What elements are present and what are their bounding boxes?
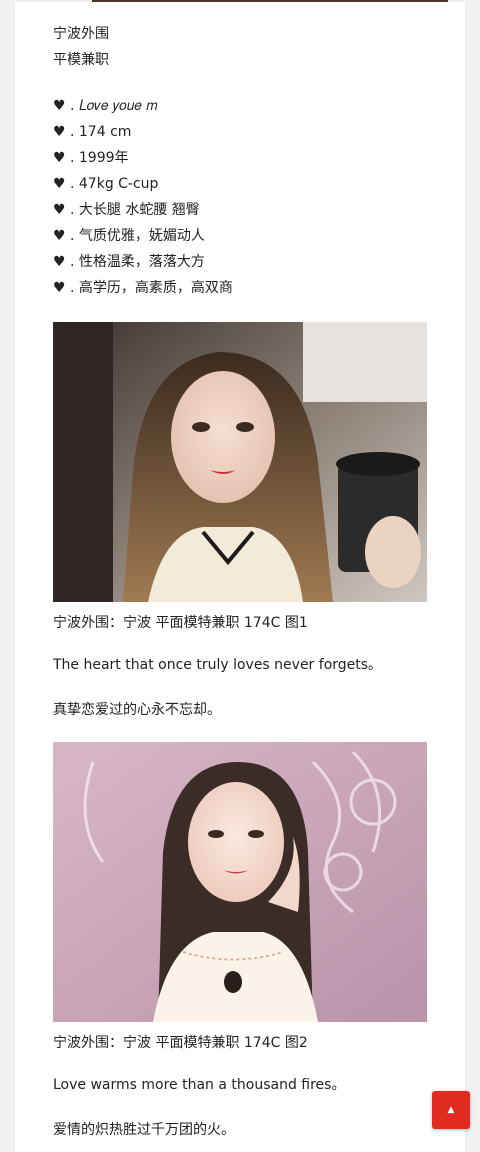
attribute-item: ♥ . 性格温柔，落落大方 [53,254,205,270]
attribute-item: ♥ . 气质优雅，妩媚动人 [53,228,205,244]
intro-line-city: 宁波外围 [53,26,109,42]
attribute-list: ♥ . 𝐿𝑜𝑣𝑒 𝑦𝑜𝑢𝑒 𝑚 ♥ . 174 cm ♥ . 1999年 ♥ .… [53,93,427,301]
attribute-item: ♥ . 𝐿𝑜𝑣𝑒 𝑦𝑜𝑢𝑒 𝑚 [53,98,158,114]
chevron-up-icon: ▲ [447,1104,455,1115]
quote-english-2: Love warms more than a thousand fires。 [53,1077,346,1093]
photo-caption-2: 宁波外围：宁波 平面模特兼职 174C 图2 [53,1035,308,1051]
intro-line-role: 平模兼职 [53,52,109,68]
intro-block: 宁波外围 平模兼职 [53,21,427,73]
article-card: 宁波外围 平模兼职 ♥ . 𝐿𝑜𝑣𝑒 𝑦𝑜𝑢𝑒 𝑚 ♥ . 174 cm ♥ .… [15,2,465,1152]
quote-chinese-2: 爱情的炽热胜过千万团的火。 [53,1122,235,1138]
quote-chinese-1: 真挚恋爱过的心永不忘却。 [53,702,221,718]
attribute-item: ♥ . 174 cm [53,124,132,140]
attribute-item: ♥ . 大长腿 水蛇腰 翘臀 [53,202,200,218]
attribute-item: ♥ . 1999年 [53,150,129,166]
quote-english-1: The heart that once truly loves never fo… [53,657,383,673]
post-photo-2 [53,742,427,1022]
photo-caption-1: 宁波外围：宁波 平面模特兼职 174C 图1 [53,615,308,631]
article-content: 宁波外围 平模兼职 ♥ . 𝐿𝑜𝑣𝑒 𝑦𝑜𝑢𝑒 𝑚 ♥ . 174 cm ♥ .… [53,2,427,1141]
attribute-item: ♥ . 47kg C-cup [53,176,159,192]
scroll-to-top-button[interactable]: ▲ [432,1091,470,1129]
attribute-item: ♥ . 高学历，高素质，高双商 [53,280,233,296]
post-photo-1 [53,322,427,602]
